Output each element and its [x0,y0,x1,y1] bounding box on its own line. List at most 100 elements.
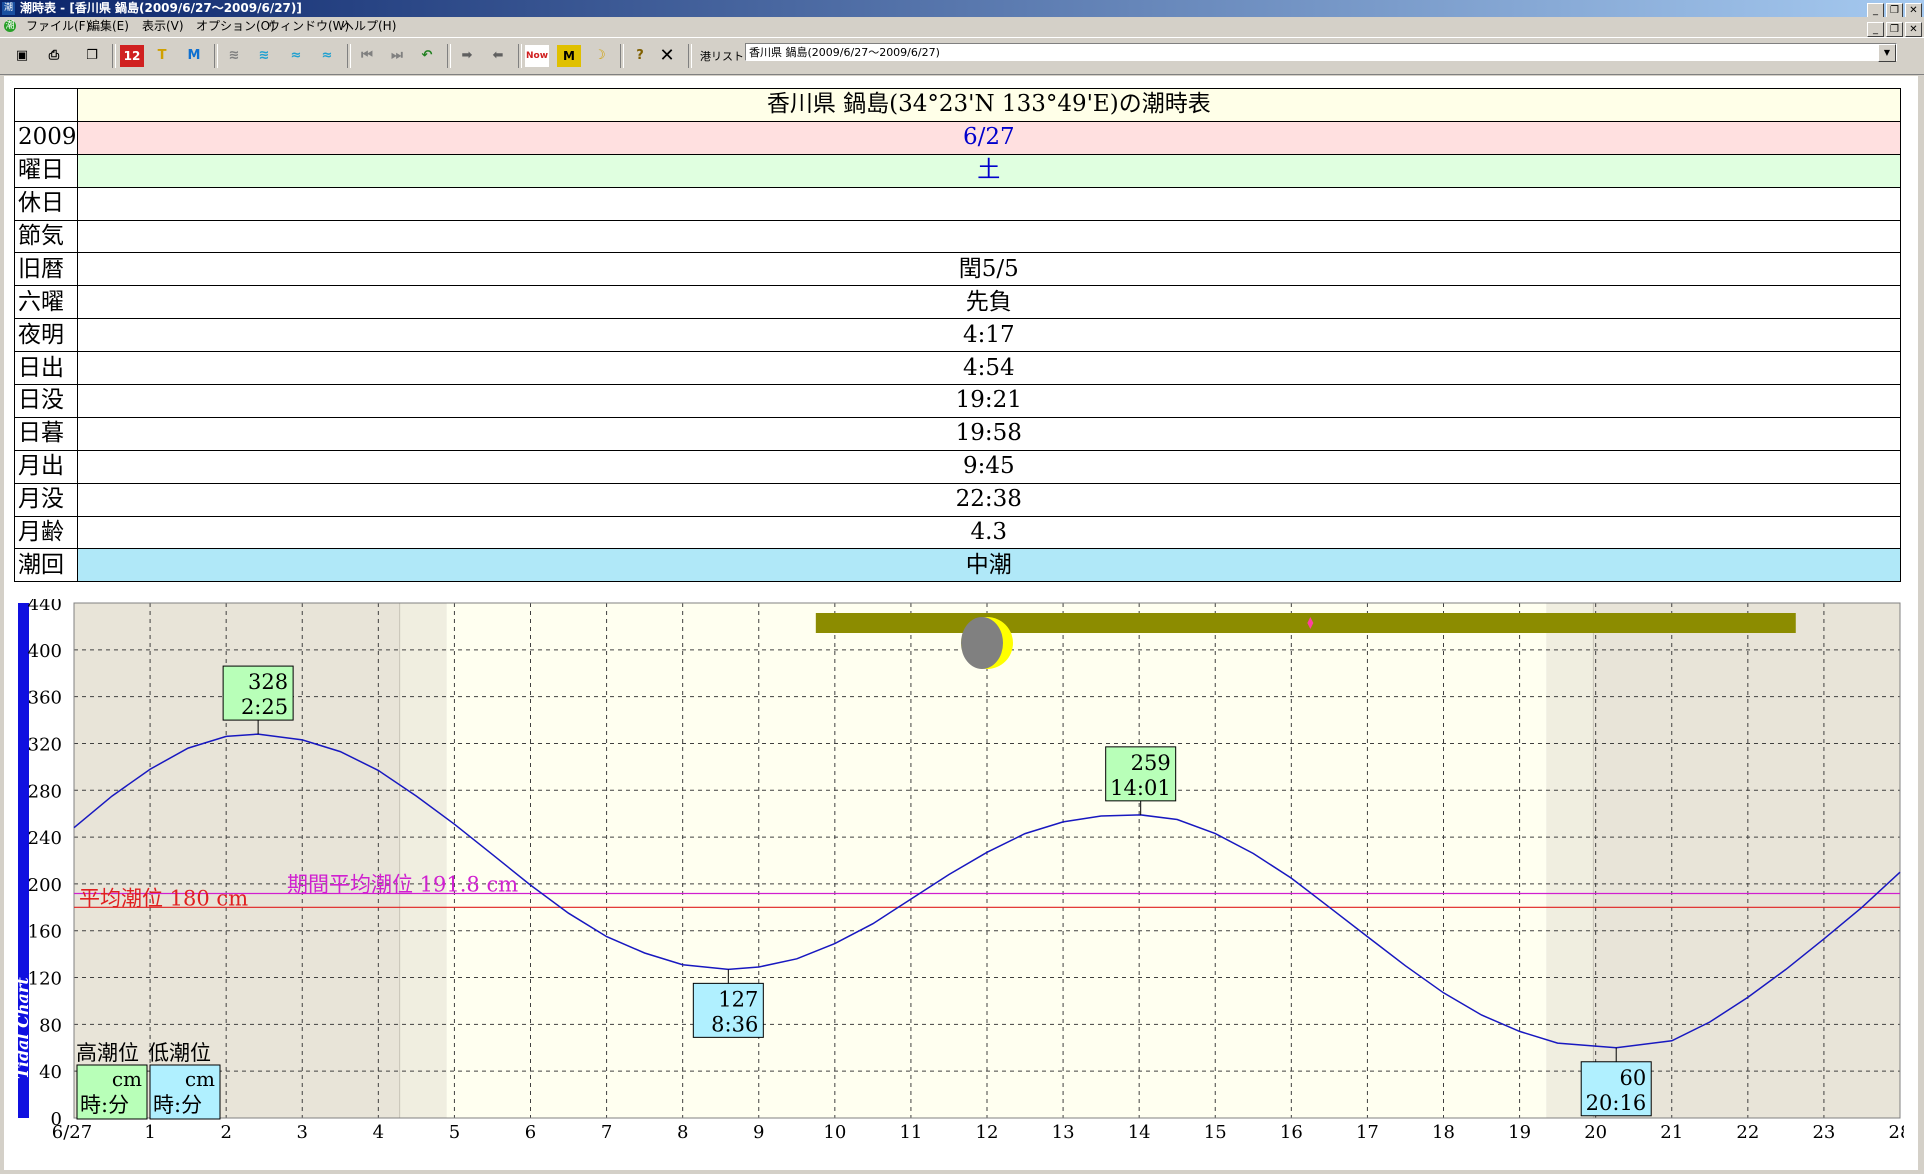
chart-compare-icon[interactable]: ≈ [315,45,339,67]
row-label: 旧暦 [14,252,78,287]
chevron-down-icon[interactable]: ▼ [1878,44,1896,62]
menu-help[interactable]: ヘルプ(H) [342,17,396,36]
port-list-label: 港リスト: [700,50,748,63]
close-icon[interactable]: ✕ [1905,3,1922,18]
chart-c-icon[interactable]: ≋ [252,45,276,67]
x-tick-label: 11 [899,1122,922,1143]
row-label: 2009 [14,120,78,155]
close-x-icon[interactable]: ✕ [655,45,679,67]
low-tide-time: 8:36 [711,1012,758,1036]
table-row: 日出 4:54 [14,351,1902,386]
x-tick-label: 17 [1356,1122,1379,1143]
dusk-band [1546,603,1594,1118]
x-tick-label: 15 [1204,1122,1227,1143]
minimize-icon[interactable]: _ [1867,3,1884,18]
row-value: 中潮 [76,548,1902,583]
monthly-m-icon[interactable]: M [182,45,206,67]
tidal-chart: Tidal Chart04080120160200240280320360400… [14,599,1904,1143]
moon-visibility-bar [815,613,1796,633]
calendar-12-icon[interactable]: 12 [120,45,144,67]
doc-minimize-icon[interactable]: _ [1867,22,1884,37]
undo-icon[interactable]: ↶ [415,45,439,67]
x-tick-label: 16 [1280,1122,1303,1143]
first-icon[interactable]: ⏮ [355,45,379,67]
row-value: 6/27 [76,120,1902,155]
row-value: 9:45 [76,449,1902,484]
x-tick-label: 23 [1812,1122,1835,1143]
doc-close-icon[interactable]: ✕ [1905,22,1922,37]
x-tick-label: 10 [823,1122,846,1143]
high-tide-level: 328 [248,670,288,694]
x-tick-label: 12 [976,1122,999,1143]
print-icon[interactable]: ⎙ [42,45,66,67]
table-row: 旧暦 閏5/5 [14,252,1902,287]
x-tick-label: 18 [1432,1122,1455,1143]
moon-shadow [961,617,1003,669]
row-label: 夜明 [14,318,78,353]
menu-edit[interactable]: 編集(E) [88,17,129,36]
document-icon[interactable]: 潮 [4,20,16,32]
app-icon: 潮 [2,2,15,15]
table-t-icon[interactable]: T [150,45,174,67]
row-label: 月没 [14,482,78,517]
menu-window[interactable]: ウィンドウ(W) [268,17,349,36]
y-tick-label: 40 [39,1062,62,1083]
chart-icon[interactable]: ≋ [222,45,246,67]
restore-icon[interactable]: ❐ [1886,3,1903,18]
document-area: 香川県 鍋島(34°23'N 133°49'E)の潮時表 2009 6/27 曜日土… [4,76,1918,1170]
y-tick-label: 240 [28,828,62,849]
high-tide-level: 259 [1131,751,1171,775]
help-icon[interactable]: ? [628,45,652,67]
menu-bar: 潮 ファイル(F) 編集(E) 表示(V) オプション(O) ウィンドウ(W) … [0,17,1924,38]
table-row: 日没 19:21 [14,384,1902,418]
toolbar: ▣ ⎙ ❐ 12 T M ≋ ≋ ≈ ≈ ⏮ ⏭ ↶ ➡ ⬅ Now M ☽ ?… [0,37,1924,75]
x-tick-label: 21 [1660,1122,1683,1143]
table-row: 六曜 先負 [14,285,1902,320]
row-value: 22:38 [76,482,1902,517]
y-axis-title: Tidal Chart [14,977,32,1079]
now-icon[interactable]: Now [525,45,549,67]
x-tick-label: 20 [1584,1122,1607,1143]
menu-file[interactable]: ファイル(F) [26,17,90,36]
port-list-value: 香川県 鍋島(2009/6/27～2009/6/27) [749,46,940,59]
legend-high-title: 高潮位 [76,1041,139,1065]
row-label: 潮回 [14,548,78,583]
table-row: 節気 [14,219,1902,254]
copy-icon[interactable]: ❐ [80,45,104,67]
forward-icon[interactable]: ➡ [455,45,479,67]
row-value: 閏5/5 [76,252,1902,287]
row-label: 日暮 [14,416,78,451]
port-list-select[interactable]: 香川県 鍋島(2009/6/27～2009/6/27) ▼ [745,43,1897,62]
row-value [76,219,1902,254]
legend-low-time: 時:分 [153,1093,202,1117]
back-icon[interactable]: ⬅ [486,45,510,67]
legend-high-unit: cm [112,1067,142,1091]
x-tick-label: 13 [1052,1122,1075,1143]
row-value: 4:54 [76,351,1902,386]
menu-options[interactable]: オプション(O) [196,17,275,36]
legend-low-unit: cm [185,1067,215,1091]
table-row: 月齢 4.3 [14,515,1902,550]
document-window-controls: _ ❐ ✕ [1865,19,1922,38]
last-icon[interactable]: ⏭ [385,45,409,67]
row-value: 19:21 [76,384,1902,418]
menu-view[interactable]: 表示(V) [142,17,184,36]
y-tick-label: 200 [28,875,62,896]
moon-icon[interactable]: ☽ [588,45,612,67]
low-tide-level: 60 [1619,1066,1646,1090]
x-tick-label: 28 [1889,1122,1904,1143]
y-tick-label: 80 [39,1015,62,1036]
table-row: 潮回 中潮 [14,548,1902,583]
tide-graph-icon[interactable]: M [557,45,581,67]
row-value: 先負 [76,285,1902,320]
save-icon[interactable]: ▣ [10,45,34,67]
period-mean-label: 期間平均潮位 191.8 cm [287,873,518,897]
row-label: 月出 [14,449,78,484]
chart-wave-icon[interactable]: ≈ [284,45,308,67]
y-tick-label: 280 [28,781,62,802]
y-tick-label: 360 [28,688,62,709]
doc-restore-icon[interactable]: ❐ [1886,22,1903,37]
y-tick-label: 320 [28,734,62,755]
x-tick-label: 9 [753,1122,764,1143]
table-row: 休日 [14,186,1902,221]
